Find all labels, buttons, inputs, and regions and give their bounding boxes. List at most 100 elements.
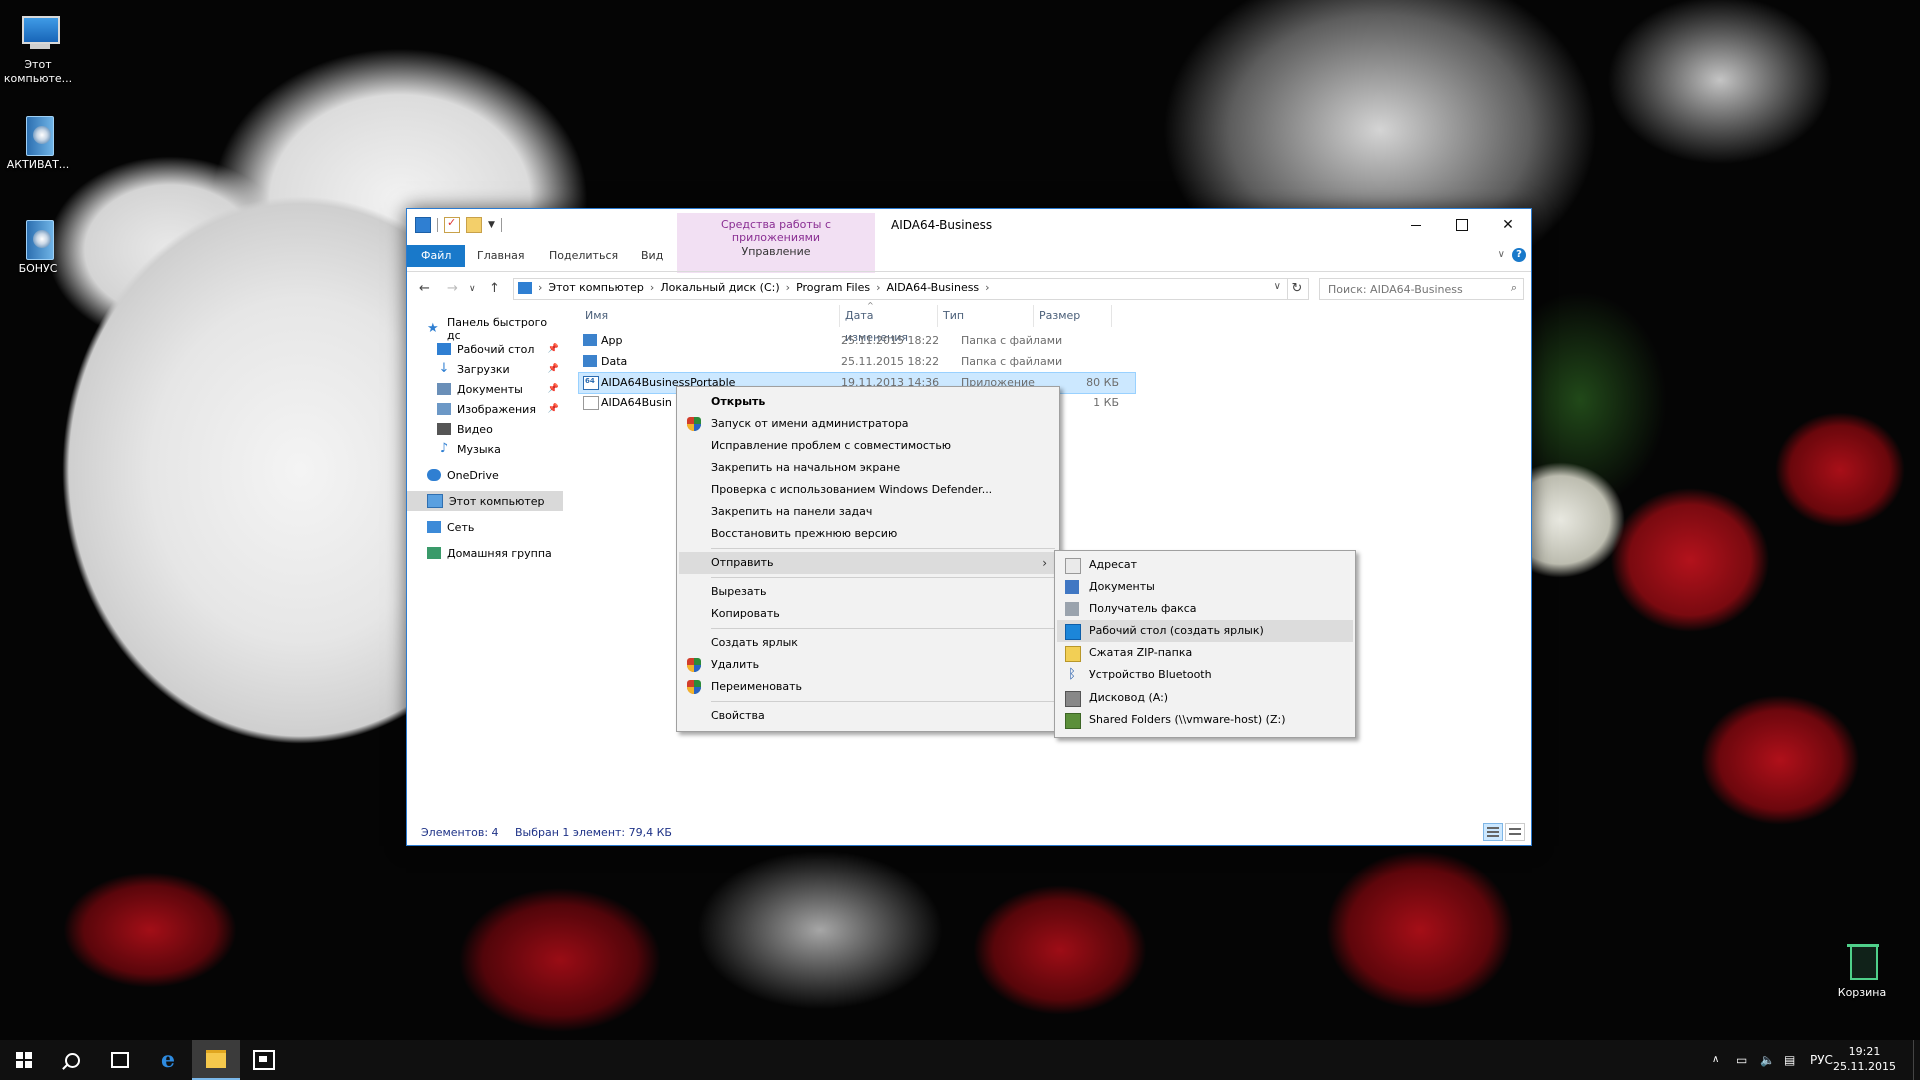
address-bar[interactable]: › Этот компьютер › Локальный диск (C:) ›… <box>513 278 1288 300</box>
column-header-type[interactable]: Тип <box>937 305 1034 327</box>
nav-onedrive[interactable]: OneDrive <box>427 465 563 485</box>
sendto-bluetooth[interactable]: ᛒ Устройство Bluetooth <box>1057 664 1353 686</box>
sendto-shared-folders[interactable]: Shared Folders (\\vmware-host) (Z:) <box>1057 709 1353 731</box>
search-input[interactable] <box>1326 279 1500 299</box>
sendto-desktop-shortcut[interactable]: Рабочий стол (создать ярлык) <box>1057 620 1353 642</box>
search-icon: ⌕ <box>1510 281 1517 294</box>
close-button[interactable]: ✕ <box>1485 209 1531 241</box>
desktop-icon-activator[interactable]: АКТИВАТ... <box>0 112 76 172</box>
language-indicator[interactable]: РУС <box>1810 1040 1833 1080</box>
new-folder-icon[interactable] <box>466 217 482 233</box>
address-row: ← → ∨ ↑ › Этот компьютер › Локальный дис… <box>407 271 1531 305</box>
nav-item-videos[interactable]: Видео <box>437 419 563 439</box>
show-hidden-icons-chevron-icon[interactable]: ∧ <box>1712 1040 1719 1080</box>
nav-item-desktop[interactable]: Рабочий стол 📌 <box>437 339 563 359</box>
menu-item-properties[interactable]: Свойства <box>679 705 1057 727</box>
tab-share[interactable]: Поделиться <box>539 245 628 267</box>
menu-item-create-shortcut[interactable]: Создать ярлык <box>679 632 1057 654</box>
taskbar-store[interactable] <box>240 1040 288 1080</box>
tab-file[interactable]: Файл <box>407 245 466 267</box>
breadcrumb-aida64-business[interactable]: AIDA64-Business <box>887 281 980 294</box>
clock-time: 19:21 <box>1848 1045 1881 1058</box>
breadcrumb: › Этот компьютер › Локальный диск (C:) ›… <box>538 281 990 294</box>
floppy-drive-icon <box>1065 691 1081 707</box>
minimize-button[interactable] <box>1393 209 1439 241</box>
pin-icon: 📌 <box>547 384 559 394</box>
menu-item-restore-previous[interactable]: Восстановить прежнюю версию <box>679 523 1057 545</box>
title-bar[interactable]: ▼ AIDA64-Business ✕ <box>407 209 1531 241</box>
show-desktop-button[interactable] <box>1913 1040 1920 1080</box>
menu-item-pin-start[interactable]: Закрепить на начальном экране <box>679 457 1057 479</box>
search-box[interactable]: ⌕ <box>1319 278 1524 300</box>
refresh-button[interactable]: ↻ <box>1286 278 1309 300</box>
recent-locations-chevron-icon[interactable]: ∨ <box>469 284 476 294</box>
sendto-documents[interactable]: Документы <box>1057 576 1353 598</box>
navigation-pane: ★ Панель быстрого дс Рабочий стол 📌 ↓ За… <box>407 305 565 815</box>
nav-quick-access[interactable]: ★ Панель быстрого дс <box>427 316 563 342</box>
file-size: 80 КБ <box>1086 376 1119 389</box>
desktop-icon-recycle-bin[interactable]: Корзина <box>1824 940 1900 1000</box>
menu-item-troubleshoot-compat[interactable]: Исправление проблем с совместимостью <box>679 435 1057 457</box>
sendto-floppy-a[interactable]: Дисковод (A:) <box>1057 687 1353 709</box>
back-arrow-icon[interactable]: ← <box>419 281 430 296</box>
large-icons-view-button[interactable] <box>1505 823 1525 841</box>
breadcrumb-this-pc[interactable]: Этот компьютер <box>548 281 644 294</box>
tab-view[interactable]: Вид <box>631 245 673 267</box>
search-button[interactable] <box>48 1040 96 1080</box>
nav-item-music[interactable]: ♪ Музыка <box>437 439 563 459</box>
clock[interactable]: 19:21 25.11.2015 <box>1833 1044 1896 1074</box>
menu-item-rename[interactable]: Переименовать <box>679 676 1057 698</box>
start-button[interactable] <box>0 1040 48 1080</box>
menu-item-run-as-admin[interactable]: Запуск от имени администратора <box>679 413 1057 435</box>
software-box-icon <box>16 112 60 156</box>
nav-item-documents[interactable]: Документы 📌 <box>437 379 563 399</box>
help-icon[interactable]: ? <box>1512 248 1526 262</box>
nav-homegroup[interactable]: Домашняя группа <box>427 543 563 563</box>
address-dropdown-icon[interactable]: ∨ <box>1274 281 1281 292</box>
window-title: AIDA64-Business <box>891 218 993 232</box>
breadcrumb-local-disk[interactable]: Локальный диск (C:) <box>660 281 779 294</box>
desktop-icon-this-pc[interactable]: Этот компьюте... <box>0 12 76 86</box>
nav-item-pictures[interactable]: Изображения 📌 <box>437 399 563 419</box>
file-row[interactable]: App 25.11.2015 18:22 Папка с файлами <box>579 331 1135 351</box>
taskbar-edge[interactable]: e <box>144 1040 192 1080</box>
up-arrow-icon[interactable]: ↑ <box>489 281 500 296</box>
volume-icon[interactable]: 🔈 <box>1760 1040 1775 1080</box>
tab-home[interactable]: Главная <box>467 245 535 267</box>
maximize-button[interactable] <box>1439 209 1485 241</box>
details-view-button[interactable] <box>1483 823 1503 841</box>
file-row[interactable]: Data 25.11.2015 18:22 Папка с файлами <box>579 352 1135 372</box>
nav-item-downloads[interactable]: ↓ Загрузки 📌 <box>437 359 563 379</box>
sendto-mail-recipient[interactable]: Адресат <box>1057 554 1353 576</box>
column-header-name[interactable]: Имя <box>579 305 840 327</box>
action-center-icon[interactable]: ▤ <box>1784 1040 1795 1080</box>
menu-item-copy[interactable]: Копировать <box>679 603 1057 625</box>
menu-item-send-to[interactable]: Отправить › <box>679 552 1057 574</box>
task-view-button[interactable] <box>96 1040 144 1080</box>
menu-item-cut[interactable]: Вырезать <box>679 581 1057 603</box>
nav-this-pc[interactable]: Этот компьютер <box>407 491 563 511</box>
menu-item-open[interactable]: Открыть <box>679 391 1057 413</box>
nav-label: Загрузки <box>457 362 510 376</box>
column-header-date[interactable]: Дата изменения <box>839 305 938 344</box>
desktop-icon-bonus[interactable]: БОНУС <box>0 216 76 276</box>
network-tray-icon[interactable]: ▭ <box>1736 1040 1747 1080</box>
send-to-submenu: Адресат Документы Получатель факса Рабоч… <box>1054 550 1356 738</box>
nav-network[interactable]: Сеть <box>427 517 563 537</box>
menu-item-delete[interactable]: Удалить <box>679 654 1057 676</box>
sendto-fax-recipient[interactable]: Получатель факса <box>1057 598 1353 620</box>
software-box-icon <box>16 216 60 260</box>
network-icon <box>427 521 441 533</box>
customize-toolbar-chevron-icon[interactable]: ▼ <box>488 220 495 230</box>
menu-item-defender-scan[interactable]: Проверка с использованием Windows Defend… <box>679 479 1057 501</box>
nav-label: Видео <box>457 422 493 436</box>
taskbar-file-explorer[interactable] <box>192 1040 240 1080</box>
expand-ribbon-chevron-icon[interactable]: ∨ <box>1498 249 1505 260</box>
forward-arrow-icon[interactable]: → <box>447 281 458 296</box>
menu-item-pin-taskbar[interactable]: Закрепить на панели задач <box>679 501 1057 523</box>
properties-icon[interactable] <box>444 216 460 233</box>
sendto-zip-folder[interactable]: Сжатая ZIP-папка <box>1057 642 1353 664</box>
breadcrumb-program-files[interactable]: Program Files <box>796 281 870 294</box>
video-icon <box>437 423 451 435</box>
column-header-size[interactable]: Размер <box>1033 305 1112 327</box>
